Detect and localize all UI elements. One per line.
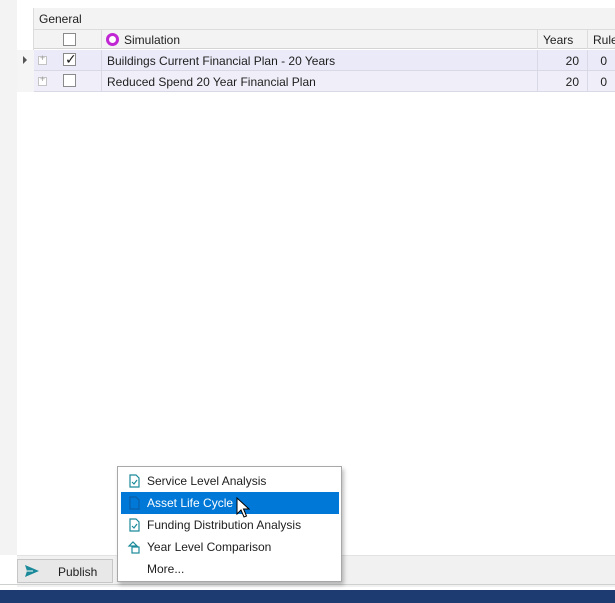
- row-checkbox[interactable]: ✓: [63, 51, 77, 67]
- publish-label: Publish: [58, 565, 98, 579]
- simulation-name: Buildings Current Financial Plan - 20 Ye…: [107, 54, 336, 68]
- rules-value: 0: [600, 54, 607, 68]
- menu-item-label: Asset Life Cycle: [147, 496, 234, 510]
- header-rules[interactable]: Rules: [588, 30, 615, 49]
- row-check-cell: ✓: [34, 50, 102, 71]
- years-cell[interactable]: 20: [538, 71, 588, 92]
- menu-item-label: Year Level Comparison: [147, 540, 272, 554]
- header-rules-label: Rules: [593, 33, 615, 47]
- group-label: General: [39, 12, 82, 26]
- years-cell[interactable]: 20: [538, 50, 588, 71]
- row-checkbox[interactable]: [63, 74, 76, 87]
- simulation-name: Reduced Spend 20 Year Financial Plan: [107, 75, 316, 89]
- simulation-icon: [106, 33, 119, 46]
- taskbar: [0, 590, 615, 603]
- compare-shapes-icon: [127, 541, 140, 554]
- header-check-column[interactable]: [34, 30, 102, 49]
- menu-item-service-level-analysis[interactable]: Service Level Analysis: [121, 470, 339, 492]
- table-row[interactable]: + ✓ Buildings Current Financial Plan - 2…: [17, 50, 615, 71]
- simulation-cell[interactable]: Buildings Current Financial Plan - 20 Ye…: [102, 50, 538, 71]
- checkmark-icon: ✓: [65, 51, 77, 67]
- rules-cell[interactable]: 0: [588, 71, 615, 92]
- report-doc-icon: [129, 518, 140, 532]
- send-arrow-icon: [25, 565, 39, 577]
- header-years-label: Years: [543, 33, 574, 47]
- rules-cell[interactable]: 0: [588, 50, 615, 71]
- status-divider: [0, 584, 615, 585]
- menu-item-label: More...: [147, 562, 185, 576]
- menu-item-asset-life-cycle[interactable]: Asset Life Cycle: [121, 492, 339, 514]
- header-simulation-label: Simulation: [124, 33, 181, 47]
- row-check-cell: [34, 71, 102, 92]
- header-simulation[interactable]: Simulation: [102, 30, 538, 49]
- simulation-cell[interactable]: Reduced Spend 20 Year Financial Plan: [102, 71, 538, 92]
- group-band-header[interactable]: General: [33, 8, 615, 30]
- header-years[interactable]: Years: [538, 30, 588, 49]
- row-indicator[interactable]: [17, 50, 34, 71]
- grid-left-strip: [0, 0, 17, 555]
- menu-item-funding-distribution-analysis[interactable]: Funding Distribution Analysis: [121, 514, 339, 536]
- select-all-checkbox[interactable]: [63, 33, 76, 46]
- row-indicator[interactable]: [17, 71, 34, 92]
- table-row[interactable]: + Reduced Spend 20 Year Financial Plan 2…: [17, 71, 615, 92]
- menu-item-more[interactable]: More...: [121, 558, 339, 580]
- publish-context-menu: Service Level Analysis Asset Life Cycle …: [117, 466, 342, 582]
- menu-item-year-level-comparison[interactable]: Year Level Comparison: [121, 536, 339, 558]
- menu-item-label: Service Level Analysis: [147, 474, 267, 488]
- column-header-row: Simulation Years Rules: [34, 30, 615, 49]
- rules-value: 0: [600, 75, 607, 89]
- row-focus-arrow-icon: [23, 56, 27, 64]
- years-value: 20: [565, 54, 579, 68]
- report-doc-icon: [129, 496, 140, 510]
- mouse-cursor-icon: [236, 497, 250, 518]
- publish-button[interactable]: Publish: [17, 559, 113, 583]
- report-doc-icon: [129, 474, 140, 488]
- menu-item-label: Funding Distribution Analysis: [147, 518, 302, 532]
- years-value: 20: [565, 75, 579, 89]
